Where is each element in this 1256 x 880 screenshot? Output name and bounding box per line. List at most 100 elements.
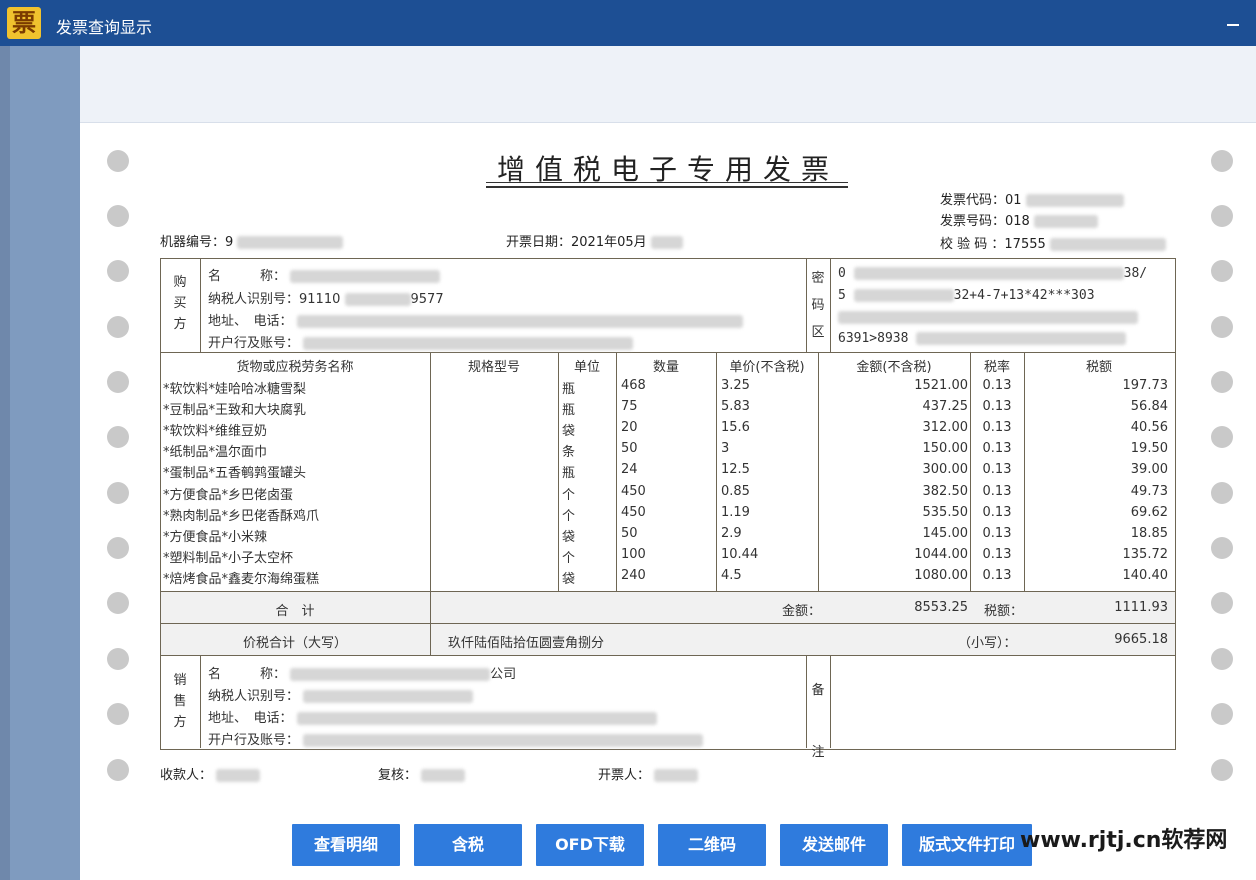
send-email-button[interactable]: 发送邮件 xyxy=(780,824,888,866)
redacted-buyer-bank xyxy=(303,337,634,350)
panel-header-band xyxy=(80,46,1256,123)
perforation-hole xyxy=(1211,703,1233,725)
redacted-buyer-tax xyxy=(344,293,411,306)
col-header-price: 单价(不含税) xyxy=(729,360,805,375)
cipher-line-2: 5 32+4-7+13*42***303 xyxy=(838,288,1095,303)
col-header-tax: 税额 xyxy=(1085,360,1112,375)
item-unit-price: 2.9 xyxy=(721,526,742,541)
item-amount: 145.00 xyxy=(922,526,969,541)
item-unit: 条 xyxy=(562,445,576,460)
seller-address: 地址、 电话： xyxy=(208,707,657,726)
grand-total-label: 价税合计（大写） xyxy=(242,636,347,651)
item-tax-rate: 0.13 xyxy=(982,547,1012,562)
item-unit: 个 xyxy=(562,551,576,566)
col-header-qty: 数量 xyxy=(652,360,679,375)
item-tax-rate: 0.13 xyxy=(982,505,1012,520)
item-unit-price: 10.44 xyxy=(721,547,759,562)
item-tax: 39.00 xyxy=(1130,462,1168,477)
perforation-hole xyxy=(107,759,129,781)
title-underline-thick xyxy=(486,186,848,188)
item-tax: 18.85 xyxy=(1130,526,1168,541)
item-amount: 300.00 xyxy=(922,462,969,477)
remarks-side-label: 备注 xyxy=(811,683,825,760)
qr-code-button[interactable]: 二维码 xyxy=(658,824,766,866)
perforation-hole xyxy=(107,482,129,504)
col-header-amount: 金额(不含税) xyxy=(856,360,932,375)
item-tax: 19.50 xyxy=(1130,441,1168,456)
ofd-download-button[interactable]: OFD下载 xyxy=(536,824,644,866)
col-header-name: 货物或应税劳务名称 xyxy=(236,360,354,375)
invoice-number: 发票号码：018 xyxy=(940,210,1098,229)
item-unit-price: 15.6 xyxy=(721,420,750,435)
item-unit: 个 xyxy=(562,488,576,503)
item-quantity: 50 xyxy=(621,526,638,541)
item-name: *软饮料*娃哈哈冰糖雪梨 xyxy=(163,382,307,397)
perforation-hole xyxy=(107,426,129,448)
item-unit: 瓶 xyxy=(562,466,576,481)
perforation-hole xyxy=(1211,426,1233,448)
item-quantity: 50 xyxy=(621,441,638,456)
perforation-hole xyxy=(1211,260,1233,282)
grand-total-small-label: （小写）： xyxy=(958,636,1017,651)
redacted-seller-name xyxy=(290,668,491,681)
item-amount: 382.50 xyxy=(922,484,969,499)
minimize-button[interactable] xyxy=(1220,12,1246,34)
perforation-hole xyxy=(1211,316,1233,338)
redacted-check xyxy=(1049,238,1166,251)
buyer-bank: 开户行及账号： xyxy=(208,332,634,351)
item-name: *方便食品*乡巴佬卤蛋 xyxy=(163,488,294,503)
view-details-button[interactable]: 查看明细 xyxy=(292,824,400,866)
grand-total-value: 9665.18 xyxy=(1114,632,1168,647)
reviewer: 复核： xyxy=(378,764,466,783)
redacted-date xyxy=(650,236,683,249)
item-tax-rate: 0.13 xyxy=(982,420,1012,435)
issuer: 开票人： xyxy=(598,764,699,783)
item-unit: 袋 xyxy=(562,530,576,545)
perforation-hole xyxy=(107,703,129,725)
item-name: *塑料制品*小子太空杯 xyxy=(163,551,294,566)
total-amount-value: 8553.25 xyxy=(914,600,968,615)
tax-included-button[interactable]: 含税 xyxy=(414,824,522,866)
col-header-rate: 税率 xyxy=(983,360,1010,375)
total-label: 合 计 xyxy=(275,604,315,619)
total-amount-label: 金额： xyxy=(782,604,822,619)
item-amount: 535.50 xyxy=(922,505,969,520)
window-title: 发票查询显示 xyxy=(56,18,153,37)
item-amount: 1044.00 xyxy=(914,547,968,562)
cipher-line-3: 6391>8938 xyxy=(838,331,1127,346)
seller-bank: 开户行及账号： xyxy=(208,729,704,748)
item-name: *蛋制品*五香鹌鹑蛋罐头 xyxy=(163,466,307,481)
item-tax-rate: 0.13 xyxy=(982,441,1012,456)
redacted-seller-tax xyxy=(303,690,474,703)
item-amount: 1080.00 xyxy=(914,568,968,583)
item-tax: 197.73 xyxy=(1122,378,1169,393)
col-header-unit: 单位 xyxy=(573,360,600,375)
item-name: *豆制品*王致和大块腐乳 xyxy=(163,403,307,418)
item-name: *熟肉制品*乡巴佬香酥鸡爪 xyxy=(163,509,320,524)
item-tax-rate: 0.13 xyxy=(982,399,1012,414)
item-tax-rate: 0.13 xyxy=(982,568,1012,583)
item-tax-rate: 0.13 xyxy=(982,526,1012,541)
item-quantity: 450 xyxy=(621,505,646,520)
redacted-machine xyxy=(237,236,344,249)
perforation-hole xyxy=(107,592,129,614)
perforation-hole xyxy=(1211,150,1233,172)
app-logo-icon: 票 xyxy=(7,7,41,39)
print-layout-file-button[interactable]: 版式文件打印 xyxy=(902,824,1032,866)
redacted-buyer-address xyxy=(296,315,743,328)
title-bar: 票 发票查询显示 xyxy=(0,0,1256,46)
buyer-tax-id: 纳税人识别号：91110 9577 xyxy=(208,292,444,307)
item-quantity: 240 xyxy=(621,568,646,583)
perforation-hole xyxy=(1211,759,1233,781)
item-quantity: 75 xyxy=(621,399,638,414)
redacted-number xyxy=(1033,215,1098,228)
item-tax: 49.73 xyxy=(1130,484,1168,499)
cipher-side-label: 密码区 xyxy=(811,271,825,340)
item-tax: 140.40 xyxy=(1122,568,1169,583)
item-unit-price: 3.25 xyxy=(721,378,750,393)
item-quantity: 24 xyxy=(621,462,638,477)
item-tax-rate: 0.13 xyxy=(982,484,1012,499)
machine-number: 机器编号：9 xyxy=(160,231,344,250)
item-name: *焙烤食品*鑫麦尔海绵蛋糕 xyxy=(163,572,320,587)
buyer-name: 名 称： xyxy=(208,265,441,284)
